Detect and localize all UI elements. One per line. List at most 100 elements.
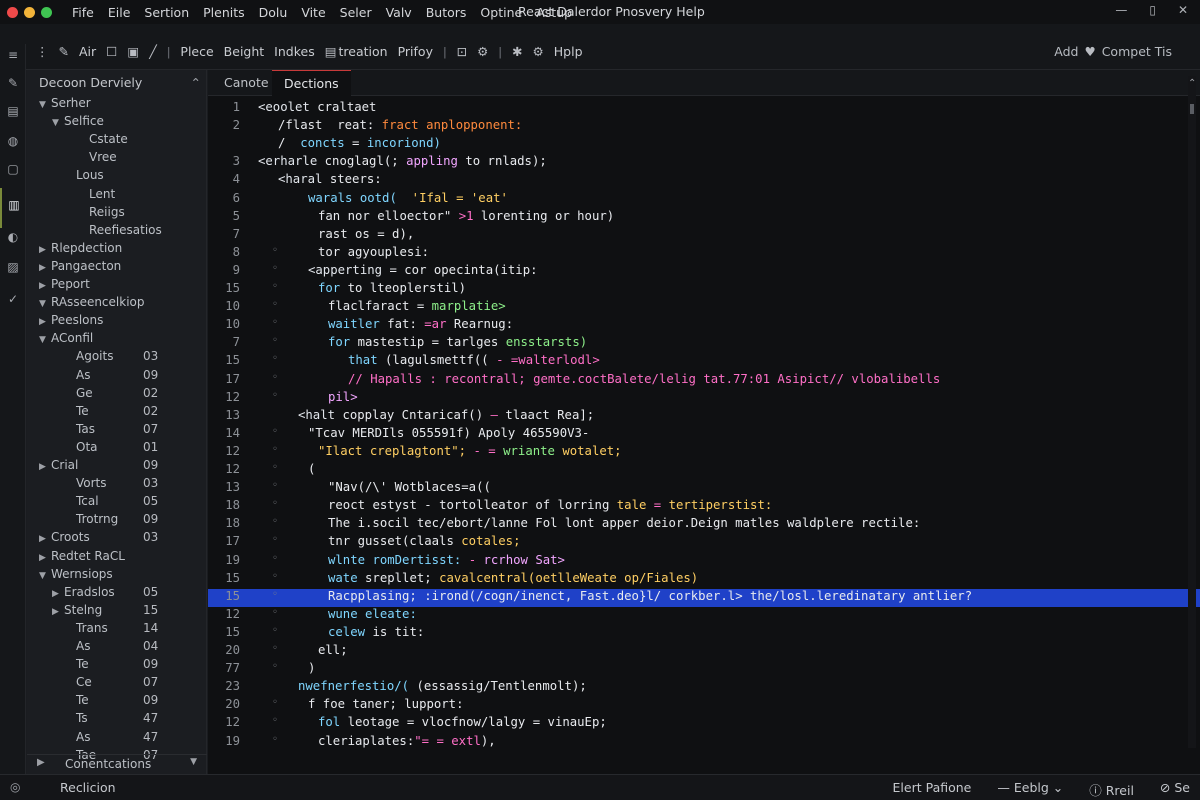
code-line[interactable]: 8 ◦ tor agyouplesi: [208,245,1200,263]
compet-button[interactable]: Compet Tis [1102,44,1172,59]
code-line[interactable]: 19 ◦ cleriaplates:"= = extl), [208,734,1200,752]
menu-item[interactable]: Sertion [144,5,189,20]
code-line[interactable]: 3 <erharle cnoglagl(; appling to rnlads); [208,154,1200,172]
code-line[interactable]: 15 ◦ for to lteoplerstil) [208,281,1200,299]
fold-marker-icon[interactable]: ◦ [272,534,278,545]
menu-icon[interactable]: ≡ [0,48,26,62]
code-line[interactable]: 6 warals ootd( 'Ifal = 'eat' [208,191,1200,209]
toolbar-prifoy[interactable]: Prifoy [398,44,433,59]
tree-item[interactable]: ▶ Crial 09 [39,458,158,476]
status-item-se[interactable]: ⊘ Se [1160,780,1190,799]
fold-marker-icon[interactable]: ◦ [272,263,278,274]
close-icon[interactable]: ✕ [1178,3,1188,17]
fold-marker-icon[interactable]: ◦ [272,516,278,527]
brush-icon[interactable]: ✎ [0,76,26,90]
code-line[interactable]: 20 ◦ ell; [208,643,1200,661]
code-line[interactable]: 12 ◦ ( [208,462,1200,480]
tree-item[interactable]: ▼ AConfil [39,331,93,349]
status-item-rreil[interactable]: ⓘ Rreil [1089,780,1134,799]
code-line[interactable]: 7 rast os = d), [208,227,1200,245]
tree-item[interactable]: ▼ RAsseencelkiop [39,295,145,313]
menu-item[interactable]: Valv [386,5,412,20]
code-line[interactable]: 5 fan nor elloector" >1 lorenting or hour… [208,209,1200,227]
creation-icon[interactable]: ▤ [325,44,337,59]
code-line[interactable]: 17 ◦ // Hapalls : recontrall; gemte.coctBa… [208,372,1200,390]
chat-icon[interactable]: ▢ [0,162,26,176]
tree-item[interactable]: Ce 07 [52,675,158,693]
code-line[interactable]: 15 ◦ that (lagulsmettf(( - =walterlodl> [208,353,1200,371]
code-line[interactable]: 12 ◦ wune eleate: [208,607,1200,625]
caret-down-icon[interactable]: ▼ [39,571,51,581]
menu-item[interactable]: Plenits [203,5,245,20]
fold-marker-icon[interactable]: ◦ [272,462,278,473]
menu-item[interactable]: Eile [108,5,131,20]
files-icon[interactable]: ▤ [0,104,26,118]
pin-icon[interactable]: ✎ [59,44,69,59]
code-line[interactable]: 10 ◦ flaclfaract = marplatie> [208,299,1200,317]
fold-marker-icon[interactable]: ◦ [272,480,278,491]
scrollbar[interactable]: ⌃ [1188,76,1196,748]
fold-marker-icon[interactable]: ◦ [272,372,278,383]
caret-down-icon[interactable]: ▼ [52,118,64,128]
fold-marker-icon[interactable]: ◦ [272,335,278,346]
menu-item[interactable]: Optine [480,5,522,20]
code-line[interactable]: 10 ◦ waitler fat: =ar Rearnug: [208,317,1200,335]
sidebar-footer[interactable]: ▶ Conentcations ▼ [27,754,207,774]
tree-item[interactable]: Ota 01 [52,440,158,458]
code-line[interactable]: 19 ◦ wlnte romDertisst: - rcrhow Sat> [208,553,1200,571]
fold-marker-icon[interactable]: ◦ [272,625,278,636]
chevron-down-icon[interactable]: ▼ [190,757,197,767]
caret-right-icon[interactable]: ▶ [52,607,64,617]
minimize-window-button[interactable] [24,6,35,18]
code-line[interactable]: / concts = incoriond) [208,136,1200,154]
sidebar-header[interactable]: Decoon Derviely ⌃ [39,75,209,90]
code-line[interactable]: 15 ◦ celew is tit: [208,625,1200,643]
tree-item[interactable]: Cstate [65,132,128,150]
code-line-selected[interactable]: 15 ◦ Racpplasing; :irond(/cogn/inenct, Fas… [208,588,1200,607]
code-line[interactable]: 12 ◦ "Ilact creplagtont"; - = wriante wota… [208,444,1200,462]
fold-marker-icon[interactable]: ◦ [272,390,278,401]
fold-marker-icon[interactable]: ◦ [272,589,278,600]
toolbar-indkes[interactable]: Indkes [274,44,315,59]
tree-item[interactable]: ▶ Pangaecton [39,259,121,277]
code-line[interactable]: 1 <eoolet craltaet [208,100,1200,118]
tree-item[interactable]: Te 09 [52,693,158,711]
caret-down-icon[interactable]: ▼ [39,299,51,309]
tree-item[interactable]: Reiigs [65,205,125,223]
caret-right-icon[interactable]: ▶ [39,281,51,291]
gear-icon[interactable]: ⚙ [477,44,488,59]
footer-arrow-icon[interactable]: ▶ [37,757,45,768]
tree-item[interactable]: ▶ Rlepdection [39,241,122,259]
globe-icon[interactable]: ◍ [0,134,26,148]
menu-item[interactable]: Fife [72,5,94,20]
explorer-icon[interactable]: ▥ [0,188,26,228]
caret-right-icon[interactable]: ▶ [52,589,64,599]
check-icon[interactable]: ✓ [0,292,26,306]
fold-marker-icon[interactable]: ◦ [272,444,278,455]
tree-item[interactable]: ▶ Redtet RaCL [39,549,125,567]
close-window-button[interactable] [7,6,18,18]
fold-marker-icon[interactable]: ◦ [272,607,278,618]
tree-item[interactable]: ▼ Wernsiops [39,567,113,585]
caret-right-icon[interactable]: ▶ [39,317,51,327]
code-line[interactable]: 2/flast reat: fract anplopponent: [208,118,1200,136]
caret-right-icon[interactable]: ▶ [39,462,51,472]
fold-marker-icon[interactable]: ◦ [272,245,278,256]
code-line[interactable]: 23 nwefnerfestio/( (essassig/Tentlenmolt)… [208,679,1200,697]
menu-item[interactable]: Seler [340,5,372,20]
tree-item[interactable]: Vree [65,150,117,168]
add-button[interactable]: Add [1054,44,1078,59]
tree-item[interactable]: ▶ Eradslos 05 [52,585,158,603]
toolbar-treation[interactable]: treation [339,44,388,59]
menu-icon[interactable]: ⋮ [36,44,49,59]
maximize-icon[interactable]: ▯ [1149,3,1156,17]
tree-item[interactable]: ▶ Stelng 15 [52,603,158,621]
camera-icon[interactable]: ⊡ [457,44,467,59]
toolbar-air[interactable]: Air [79,44,96,59]
tree-item[interactable]: Lent [65,187,115,205]
status-item-eeblg[interactable]: — Eeblg ⌄ [997,780,1063,799]
tab-dections[interactable]: Dections [272,70,351,96]
status-left[interactable]: Reclicion [60,780,116,795]
code-line[interactable]: 12 ◦ pil> [208,390,1200,408]
menu-item[interactable]: Dolu [259,5,288,20]
